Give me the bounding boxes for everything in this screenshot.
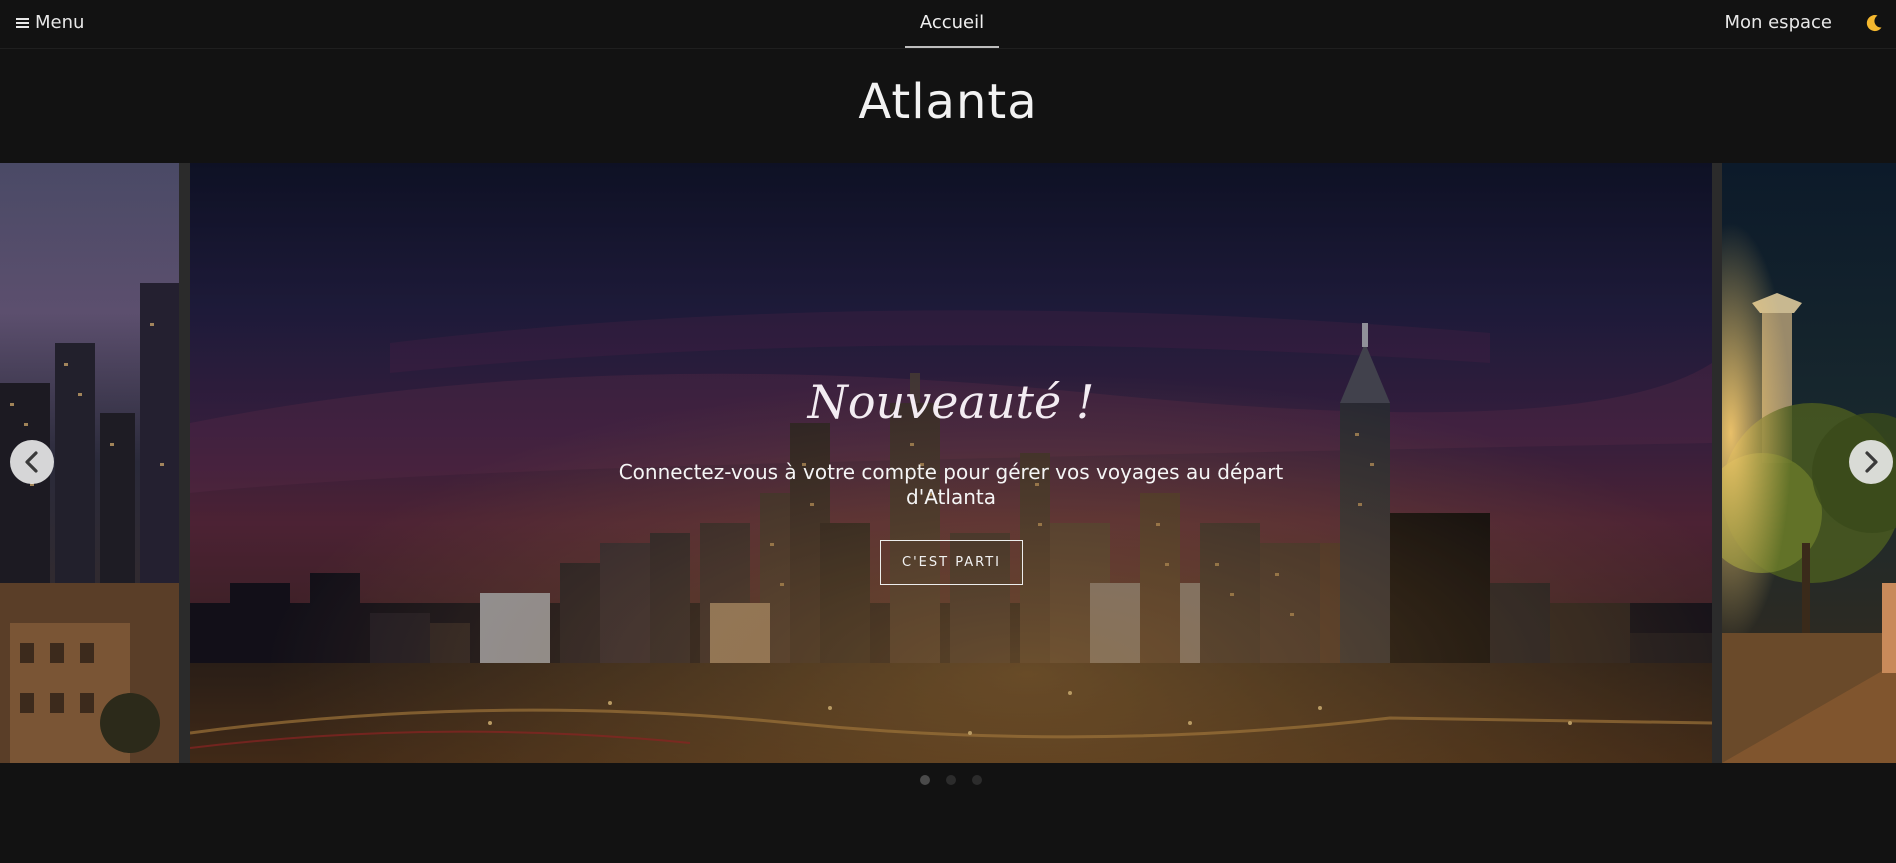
slide-gap [179,163,190,763]
tab-accueil-label: Accueil [919,12,985,33]
carousel-next-button[interactable] [1849,440,1893,484]
hamburger-icon [16,17,29,29]
menu-button[interactable]: Menu [16,12,84,33]
tab-accueil[interactable]: Accueil [905,0,999,48]
chevron-right-icon [1865,451,1878,473]
moon-icon[interactable] [1864,13,1884,33]
carousel-slide-active [190,163,1712,763]
carousel-dot-2[interactable] [946,775,956,785]
slide-gap [1712,163,1722,763]
cta-button[interactable]: C'EST PARTI [880,540,1023,585]
carousel-indicators [920,775,982,785]
carousel-prev-button[interactable] [10,440,54,484]
menu-label: Menu [35,12,85,33]
page-title: Atlanta [858,74,1038,130]
carousel-dot-3[interactable] [972,775,982,785]
hero-carousel: Nouveauté ! Connectez-vous à votre compt… [0,163,1896,763]
atlanta-skyline-image [190,163,1712,763]
account-link[interactable]: Mon espace [1724,12,1832,33]
carousel-dot-1[interactable] [920,775,930,785]
top-navigation: Menu Accueil Mon espace [0,0,1896,49]
chevron-left-icon [25,451,38,473]
